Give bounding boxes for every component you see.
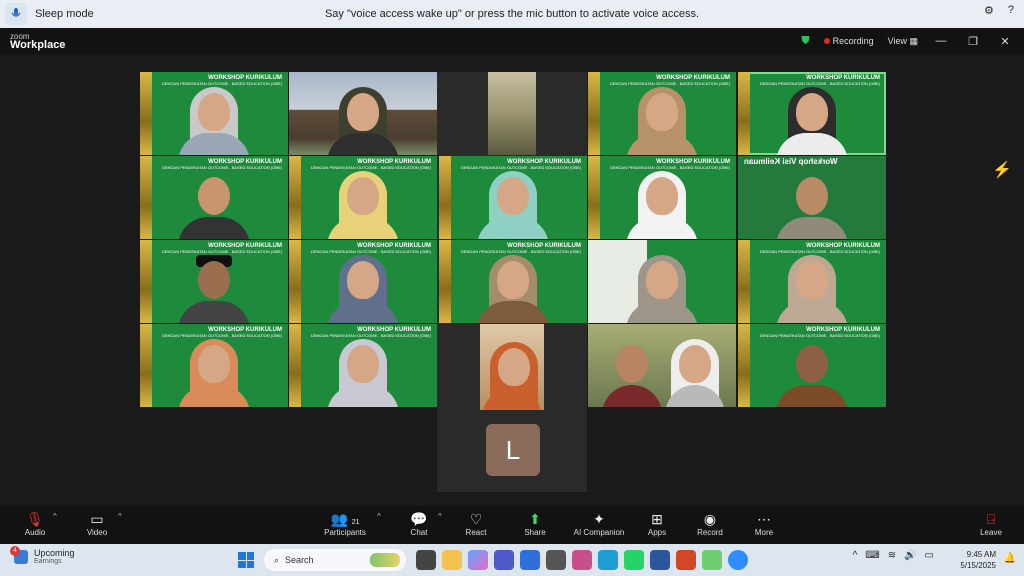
video-tile[interactable]: WORKSHOP KURIKULUM DENGAN PENDEKATAN OUTC… bbox=[738, 240, 886, 323]
pinned-apps bbox=[416, 550, 748, 570]
video-tile[interactable] bbox=[480, 324, 544, 410]
participant-avatar[interactable]: L bbox=[486, 424, 540, 476]
camera-app-icon[interactable] bbox=[546, 550, 566, 570]
edge-icon[interactable] bbox=[598, 550, 618, 570]
search-icon: ⌕ bbox=[274, 554, 280, 565]
grid-icon: ▦ bbox=[909, 35, 918, 46]
mic-button[interactable] bbox=[5, 3, 27, 25]
microphone-icon bbox=[11, 8, 21, 17]
video-tile[interactable] bbox=[588, 240, 736, 323]
windows-start-icon[interactable] bbox=[238, 552, 254, 568]
voice-access-bar: Sleep mode Say "voice access wake up" or… bbox=[0, 0, 1024, 28]
teams-icon[interactable] bbox=[494, 550, 514, 570]
video-tile[interactable]: WORKSHOP KURIKULUM DENGAN PENDEKATAN OUTC… bbox=[738, 324, 886, 407]
help-icon[interactable]: ? bbox=[1008, 4, 1014, 17]
participants-options-caret[interactable]: ^ bbox=[377, 512, 381, 521]
app-icon[interactable] bbox=[702, 550, 722, 570]
exit-icon: ⍈ bbox=[986, 511, 996, 527]
participants-button[interactable]: 👥 21 Participants bbox=[310, 510, 380, 537]
zoom-title-bar: zoom Workplace ⛊ Recording View ▦ — ❐ ✕ bbox=[0, 28, 1024, 54]
record-dot-icon bbox=[823, 38, 830, 44]
audio-button[interactable]: 🎙 Audio bbox=[0, 510, 70, 537]
video-tile[interactable]: WORKSHOP KURIKULUM DENGAN PENDEKATAN OUTC… bbox=[439, 240, 587, 323]
video-tile[interactable] bbox=[588, 324, 736, 407]
meeting-toolbar: 🎙 Audio ^ ▭ Video ^ 👥 21 Participants ^ 💬 Ch… bbox=[0, 506, 1024, 544]
side-panel-icon[interactable]: ⚡ bbox=[992, 160, 1012, 180]
battery-icon[interactable]: ▭ bbox=[925, 550, 934, 561]
video-options-caret[interactable]: ^ bbox=[118, 512, 122, 521]
sleep-mode-label: Sleep mode bbox=[35, 8, 94, 20]
video-tile[interactable]: Workshop Visi Keilmuan bbox=[738, 156, 886, 239]
video-tile-active[interactable]: WORKSHOP KURIKULUM DENGAN PENDEKATAN OUTC… bbox=[738, 72, 886, 155]
video-tile[interactable]: WORKSHOP KURIKULUM DENGAN PENDEKATAN OUTC… bbox=[439, 156, 587, 239]
video-tile[interactable] bbox=[488, 72, 536, 155]
zoom-taskbar-icon[interactable] bbox=[728, 550, 748, 570]
settings-icon[interactable]: ⚙ bbox=[984, 4, 994, 17]
store-icon[interactable] bbox=[520, 550, 540, 570]
video-tile[interactable]: WORKSHOP KURIKULUM DENGAN PENDEKATAN OUTC… bbox=[588, 156, 736, 239]
video-tile[interactable]: WORKSHOP KURIKULUM DENGAN PENDEKATAN OUTC… bbox=[588, 72, 736, 155]
video-tile[interactable]: WORKSHOP KURIKULUM DENGAN PENDEKATAN OUTC… bbox=[289, 324, 437, 407]
upcoming-widget[interactable]: 4 Upcoming Earnings bbox=[10, 545, 75, 565]
chevron-up-icon[interactable]: ^ bbox=[853, 550, 858, 561]
meeting-stage: WORKSHOP KURIKULUM DENGAN PENDEKATAN OUTC… bbox=[0, 54, 1024, 506]
language-icon[interactable]: ⌨ bbox=[865, 550, 879, 561]
video-tile[interactable]: WORKSHOP KURIKULUM DENGAN PENDEKATAN OUTC… bbox=[289, 156, 437, 239]
system-tray: ^ ⌨ ≋ 🔊 ▭ bbox=[853, 550, 934, 561]
video-tile[interactable]: WORKSHOP KURIKULUM DENGAN PENDEKATAN OUTC… bbox=[140, 240, 288, 323]
zoom-logo: zoom Workplace bbox=[10, 32, 66, 51]
volume-icon[interactable]: 🔊 bbox=[904, 550, 916, 561]
word-icon[interactable] bbox=[650, 550, 670, 570]
audio-options-caret[interactable]: ^ bbox=[53, 512, 57, 521]
mic-muted-icon: 🎙 bbox=[26, 511, 44, 527]
minimize-button[interactable]: — bbox=[932, 35, 950, 47]
media-icon[interactable] bbox=[572, 550, 592, 570]
close-button[interactable]: ✕ bbox=[996, 35, 1014, 48]
view-button[interactable]: View ▦ bbox=[888, 36, 918, 47]
whatsapp-icon[interactable] bbox=[624, 550, 644, 570]
file-explorer-icon[interactable] bbox=[442, 550, 462, 570]
taskbar-clock[interactable]: 9:45 AM 5/15/2025 bbox=[960, 549, 996, 571]
windows-taskbar: 4 Upcoming Earnings ⌕ Search ^ ⌨ ≋ 🔊 ▭ 9… bbox=[0, 544, 1024, 576]
video-tile[interactable]: WORKSHOP KURIKULUM DENGAN PENDEKATAN OUTC… bbox=[140, 72, 288, 155]
powerpoint-icon[interactable] bbox=[676, 550, 696, 570]
search-highlight-image bbox=[370, 553, 400, 567]
copilot-icon[interactable] bbox=[468, 550, 488, 570]
recording-indicator[interactable]: Recording bbox=[823, 36, 874, 46]
restore-button[interactable]: ❐ bbox=[964, 35, 982, 48]
video-tile[interactable]: WORKSHOP KURIKULUM DENGAN PENDEKATAN OUTC… bbox=[289, 240, 437, 323]
shield-icon[interactable]: ⛊ bbox=[801, 35, 809, 48]
video-tile[interactable] bbox=[289, 72, 437, 155]
participants-icon: 👥 21 bbox=[330, 511, 360, 527]
more-icon: ⋯ bbox=[757, 511, 771, 527]
share-button[interactable]: ⬆ Share bbox=[500, 510, 570, 537]
video-tile[interactable]: WORKSHOP KURIKULUM DENGAN PENDEKATAN OUTC… bbox=[140, 324, 288, 407]
more-button[interactable]: ⋯ More bbox=[729, 510, 799, 537]
voice-access-message: Say "voice access wake up" or press the … bbox=[324, 8, 700, 20]
calendar-icon: 4 bbox=[10, 545, 28, 564]
task-view-icon[interactable] bbox=[416, 550, 436, 570]
share-screen-icon: ⬆ bbox=[529, 511, 541, 527]
taskbar-search[interactable]: ⌕ Search bbox=[264, 549, 406, 571]
wifi-icon[interactable]: ≋ bbox=[888, 550, 896, 561]
video-tile[interactable]: WORKSHOP KURIKULUM DENGAN PENDEKATAN OUTC… bbox=[140, 156, 288, 239]
leave-button[interactable]: ⍈ Leave bbox=[956, 510, 1024, 537]
notification-bell-icon[interactable]: 🔔 bbox=[1004, 553, 1016, 564]
mirrored-banner: Workshop Visi Keilmuan bbox=[744, 157, 838, 166]
